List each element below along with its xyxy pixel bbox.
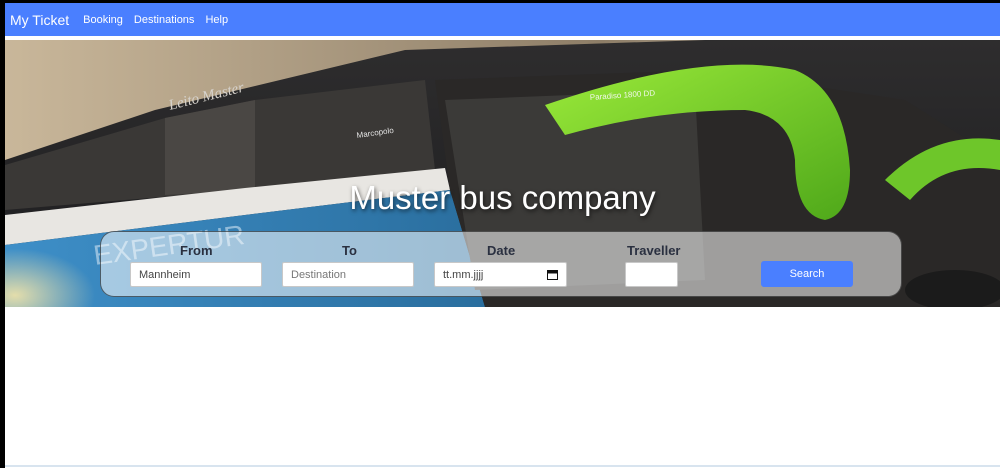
from-input[interactable]: Mannheim — [130, 262, 262, 287]
nav-link-booking[interactable]: Booking — [83, 14, 123, 26]
to-input[interactable]: Destination — [282, 262, 414, 287]
calendar-icon[interactable] — [547, 269, 558, 280]
page-bottom-border — [5, 465, 1000, 467]
to-label: To — [342, 243, 357, 258]
hero-banner: Leito Master Marcopolo Paradiso 1800 DD … — [5, 40, 1000, 307]
traveller-label: Traveller — [627, 243, 681, 258]
from-label: From — [180, 243, 213, 258]
traveller-input[interactable] — [625, 262, 678, 287]
app-window: My Ticket Booking Destinations Help Leit… — [5, 3, 1000, 468]
date-label: Date — [487, 243, 516, 258]
nav-link-help[interactable]: Help — [205, 14, 228, 26]
date-input[interactable]: tt.mm.jjjj — [434, 262, 567, 287]
hero-title: Muster bus company — [349, 179, 656, 216]
brand-link[interactable]: My Ticket — [10, 12, 69, 28]
search-panel: From Mannheim To Destination Date tt.mm.… — [100, 231, 902, 297]
navbar: My Ticket Booking Destinations Help — [5, 3, 1000, 36]
nav-link-destinations[interactable]: Destinations — [134, 14, 195, 26]
date-placeholder: tt.mm.jjjj — [443, 268, 484, 281]
search-button[interactable]: Search — [761, 261, 853, 287]
